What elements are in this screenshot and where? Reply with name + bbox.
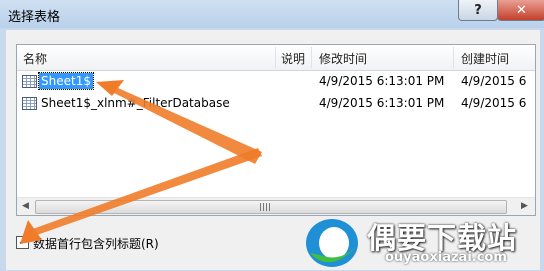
horizontal-scrollbar[interactable]: ◀ ▶ (17, 197, 535, 215)
column-header-description[interactable]: 说明 (281, 50, 305, 67)
row-name: Sheet1$ (38, 72, 94, 90)
table-icon (22, 75, 37, 88)
first-row-header-label[interactable]: 数据首行包含列标题(R) (33, 235, 159, 252)
column-header-modified[interactable]: 修改时间 (319, 50, 367, 67)
row-modified: 4/9/2015 6:13:01 PM (319, 96, 445, 110)
list-header: 名称 说明 修改时间 创建时间 (17, 45, 535, 71)
watermark-url: ouyaoxiazai.com (385, 250, 507, 265)
column-header-name[interactable]: 名称 (23, 50, 47, 67)
column-divider[interactable] (453, 47, 454, 68)
table-icon (22, 97, 37, 110)
dialog-title: 选择表格 (8, 10, 61, 25)
select-table-dialog: 选择表格 ? ✕ 名称 说明 修改时间 创建时间 Sheet1$ 4/9/201… (0, 0, 544, 271)
column-divider[interactable] (311, 47, 312, 68)
close-button[interactable]: ✕ (497, 0, 544, 21)
row-created: 4/9/2015 6 (461, 74, 527, 88)
grip-icon (260, 203, 270, 211)
column-header-created[interactable]: 创建时间 (461, 50, 509, 67)
row-created: 4/9/2015 6 (461, 96, 527, 110)
first-row-header-checkbox[interactable]: ✓ (16, 236, 29, 249)
column-divider[interactable] (275, 47, 276, 68)
watermark-logo-icon (306, 219, 358, 267)
title-bar: 选择表格 ? ✕ (0, 0, 544, 28)
scroll-thumb[interactable] (35, 200, 507, 214)
table-row[interactable]: Sheet1$_xlnm#_FilterDatabase 4/9/2015 6:… (17, 93, 535, 113)
table-list[interactable]: 名称 说明 修改时间 创建时间 Sheet1$ 4/9/2015 6:13:01… (16, 44, 536, 216)
row-name: Sheet1$_xlnm#_FilterDatabase (41, 96, 230, 110)
scroll-left-icon[interactable]: ◀ (22, 201, 29, 211)
scroll-right-icon[interactable]: ▶ (521, 201, 528, 211)
table-row[interactable]: Sheet1$ 4/9/2015 6:13:01 PM 4/9/2015 6 (17, 71, 535, 91)
help-button[interactable]: ? (458, 0, 498, 21)
row-modified: 4/9/2015 6:13:01 PM (319, 74, 445, 88)
